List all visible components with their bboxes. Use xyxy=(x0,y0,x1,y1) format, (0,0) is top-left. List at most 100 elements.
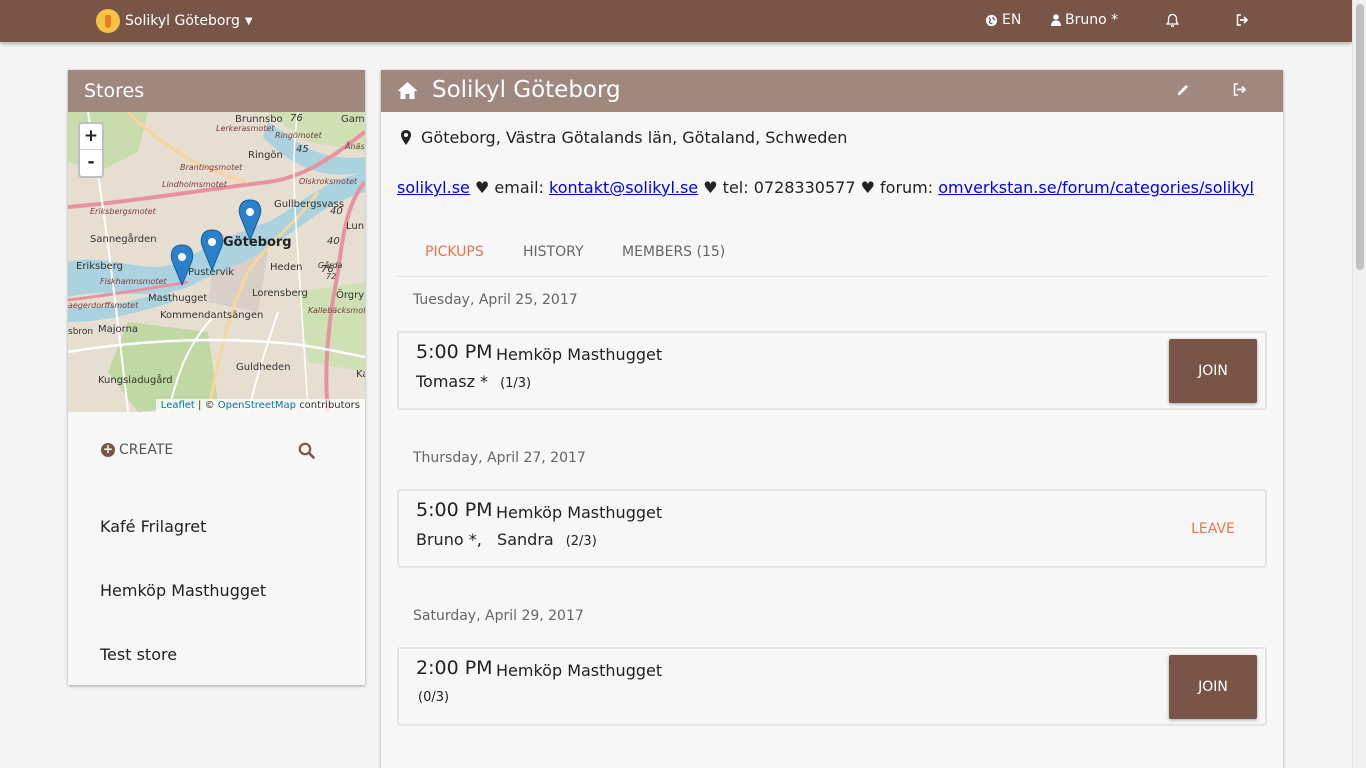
map-marker-icon xyxy=(401,130,411,145)
notifications-button[interactable] xyxy=(1166,13,1179,28)
tel-text: ♥ tel: 0728330577 ♥ forum: xyxy=(698,178,939,197)
plus-circle-icon: + xyxy=(101,442,115,457)
svg-text:Heden: Heden xyxy=(270,262,303,273)
group-description: solikyl.se ♥ email: kontakt@solikyl.se ♥… xyxy=(397,178,1254,197)
caret-down-icon: ▼ xyxy=(244,15,253,27)
svg-text:Kallebäcksmot: Kallebäcksmot xyxy=(308,306,365,315)
language-selector[interactable]: EN xyxy=(985,12,1021,28)
collector-names[interactable]: Bruno *, Sandra xyxy=(416,530,554,549)
svg-text:Fiskhamnsmotet: Fiskhamnsmotet xyxy=(100,277,167,286)
svg-text:Gam: Gam xyxy=(341,114,365,125)
create-store-button[interactable]: + CREATE xyxy=(101,442,173,458)
map-zoom-control: + - xyxy=(78,122,104,178)
store-item-hemkop-masthugget[interactable]: Hemköp Masthugget xyxy=(68,558,365,622)
group-panel: Solikyl Göteborg Göteborg, Västra Götala… xyxy=(381,70,1283,768)
svg-text:Eriksberg: Eriksberg xyxy=(76,261,123,272)
logout-button[interactable] xyxy=(1236,14,1249,26)
svg-text:sbron: sbron xyxy=(68,327,93,337)
pickup-store[interactable]: Hemköp Masthugget xyxy=(496,345,662,364)
svg-text:Brantingsmotet: Brantingsmotet xyxy=(180,163,243,172)
leave-pickup-button[interactable]: LEAVE xyxy=(1169,497,1257,561)
globe-icon xyxy=(985,14,998,26)
zoom-in-button[interactable]: + xyxy=(80,124,102,150)
search-stores-button[interactable] xyxy=(298,442,315,463)
collector-names[interactable]: Tomasz * xyxy=(416,372,488,391)
svg-text:76: 76 xyxy=(290,113,303,124)
pickup-store[interactable]: Hemköp Masthugget xyxy=(496,661,662,680)
svg-text:Masthugget: Masthugget xyxy=(148,293,207,304)
user-menu[interactable]: Bruno * xyxy=(1051,12,1118,28)
svg-text:Ringön: Ringön xyxy=(248,150,283,161)
stores-title: Stores xyxy=(68,70,365,112)
svg-text:Ringömotet: Ringömotet xyxy=(275,131,323,140)
svg-text:Guldheden: Guldheden xyxy=(236,362,291,373)
collector-count: (2/3) xyxy=(565,534,597,549)
email-link[interactable]: kontakt@solikyl.se xyxy=(549,178,698,197)
attribution-contributors: contributors xyxy=(299,400,360,411)
user-icon xyxy=(1051,14,1061,26)
tab-pickups[interactable]: PICKUPS xyxy=(425,244,484,260)
tab-history[interactable]: HISTORY xyxy=(523,244,584,260)
svg-text:45: 45 xyxy=(296,144,309,155)
pickup-card: 5:00 PM Hemköp Masthugget Bruno *, Sandr… xyxy=(397,489,1267,568)
group-selector[interactable]: Solikyl Göteborg ▼ xyxy=(96,8,253,34)
pickup-collectors: Bruno *, Sandra (2/3) xyxy=(416,530,597,549)
pickup-time: 5:00 PM xyxy=(416,341,493,363)
pickup-date: Saturday, April 29, 2017 xyxy=(413,608,584,624)
create-store-label: CREATE xyxy=(119,442,174,458)
svg-text:Lerkerasmotet: Lerkerasmotet xyxy=(216,124,275,133)
address-text: Göteborg, Västra Götalands län, Götaland… xyxy=(421,128,848,147)
zoom-out-button[interactable]: - xyxy=(80,150,102,176)
svg-text:Kommendantsängen: Kommendantsängen xyxy=(160,310,263,321)
pickup-time: 2:00 PM xyxy=(416,657,493,679)
svg-text:Olskroksmotet: Olskroksmotet xyxy=(299,177,358,186)
store-item-test-store[interactable]: Test store xyxy=(68,622,365,686)
store-item-kafe-frilagret[interactable]: Kafé Frilagret xyxy=(68,494,365,558)
scrollbar-thumb[interactable] xyxy=(1356,4,1364,270)
pickup-collectors: Tomasz * (1/3) xyxy=(416,372,531,391)
svg-text:Majorna: Majorna xyxy=(98,324,138,335)
svg-text:Göteborg: Göteborg xyxy=(223,235,292,250)
tab-members[interactable]: MEMBERS (15) xyxy=(622,244,725,260)
svg-text:40: 40 xyxy=(327,236,340,247)
logo-icon xyxy=(96,9,120,33)
svg-text:Pustervik: Pustervik xyxy=(188,267,234,278)
user-name: Bruno * xyxy=(1065,12,1119,28)
pickup-card: 2:00 PM Hemköp Masthugget (0/3) JOIN xyxy=(397,647,1267,726)
pickup-card: 5:00 PM Hemköp Masthugget Tomasz * (1/3) … xyxy=(397,331,1267,410)
sign-out-icon[interactable] xyxy=(1233,83,1247,96)
pencil-icon[interactable] xyxy=(1176,83,1190,97)
group-title: Solikyl Göteborg xyxy=(432,77,621,103)
svg-text:Örgry: Örgry xyxy=(336,288,364,301)
join-pickup-button[interactable]: JOIN xyxy=(1169,339,1257,403)
pickup-time: 5:00 PM xyxy=(416,499,493,521)
group-name: Solikyl Göteborg xyxy=(125,13,240,29)
map-attribution: Leaflet | © OpenStreetMap contributors xyxy=(155,399,365,412)
pickup-date: Tuesday, April 25, 2017 xyxy=(413,292,578,308)
svg-text:Eriksbergsmotet: Eriksbergsmotet xyxy=(90,207,157,216)
join-pickup-button[interactable]: JOIN xyxy=(1169,655,1257,719)
language-label: EN xyxy=(1002,12,1022,28)
page-scrollbar[interactable] xyxy=(1352,0,1366,768)
site-link[interactable]: solikyl.se xyxy=(397,178,470,197)
group-tabs: PICKUPS HISTORY MEMBERS (15) xyxy=(397,234,1267,277)
svg-text:Lorensberg: Lorensberg xyxy=(252,288,308,299)
group-address: Göteborg, Västra Götalands län, Götaland… xyxy=(401,128,847,147)
top-navbar: Solikyl Göteborg ▼ EN Bruno * xyxy=(0,0,1352,42)
sign-out-icon xyxy=(1236,14,1249,26)
email-prefix: ♥ email: xyxy=(469,178,550,197)
map-tiles: Brunnsbo Lerkerasmotet Ringömotet Ringön… xyxy=(68,112,365,412)
stores-map[interactable]: Brunnsbo Lerkerasmotet Ringömotet Ringön… xyxy=(68,112,365,412)
leaflet-link[interactable]: Leaflet xyxy=(161,400,195,411)
attribution-separator: | © xyxy=(198,400,215,411)
pickup-store[interactable]: Hemköp Masthugget xyxy=(496,503,662,522)
svg-text:Lun: Lun xyxy=(346,221,364,232)
svg-text:aegerdorffsmotet: aegerdorffsmotet xyxy=(68,301,139,310)
osm-link[interactable]: OpenStreetMap xyxy=(218,400,296,411)
collector-count: (0/3) xyxy=(418,690,450,705)
collector-count: (1/3) xyxy=(500,376,532,391)
svg-text:Ka: Ka xyxy=(356,369,365,380)
forum-link[interactable]: omverkstan.se/forum/categories/solikyl xyxy=(938,178,1254,197)
svg-text:Kungsladugård: Kungsladugård xyxy=(98,373,173,386)
svg-text:40: 40 xyxy=(330,206,343,217)
